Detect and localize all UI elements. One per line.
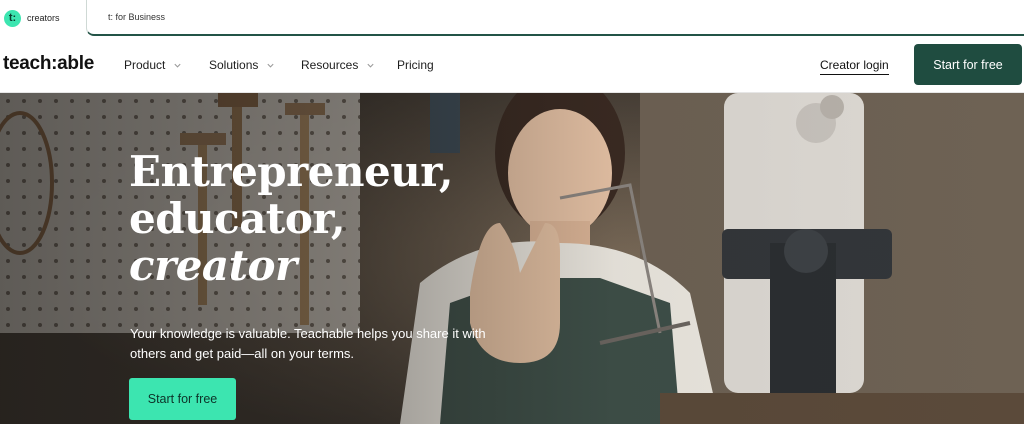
nav-item-resources[interactable]: Resources [301,58,375,72]
start-for-free-button-hero[interactable]: Start for free [129,378,236,420]
chevron-down-icon [267,63,274,68]
headline-line-3: creator [129,241,297,290]
nav-item-label: Pricing [397,58,434,72]
tab-creators-label: creators [27,13,60,23]
hero-headline: Entrepreneur, educator, creator [129,147,454,290]
hero-section: Entrepreneur, educator, creator Your kno… [0,93,1024,424]
nav-item-label: Solutions [209,58,259,72]
audience-switcher: t: creators t: for Business [0,0,1024,36]
teachable-logo-icon: t: [4,9,21,27]
main-navigation: teach:able Product Solutions Resources P… [0,36,1024,93]
nav-item-product[interactable]: Product [124,58,182,72]
start-for-free-button-nav[interactable]: Start for free [914,44,1022,85]
headline-line-2: educator, [129,194,346,243]
chevron-down-icon [174,63,181,68]
nav-item-pricing[interactable]: Pricing [397,58,434,72]
brand-logo[interactable]: teach:able [3,53,94,75]
nav-item-label: Resources [301,58,359,72]
hero-subcopy: Your knowledge is valuable. Teachable he… [130,326,486,361]
nav-item-label: Product [124,58,166,72]
tab-business-label: t: for Business [108,12,166,22]
chevron-down-icon [367,63,374,68]
nav-item-solutions[interactable]: Solutions [209,58,275,72]
tab-business[interactable]: t: for Business [86,0,1024,36]
tab-creators[interactable]: t: creators [0,0,86,36]
headline-line-1: Entrepreneur, [129,147,454,196]
creator-login-link[interactable]: Creator login [820,58,889,75]
